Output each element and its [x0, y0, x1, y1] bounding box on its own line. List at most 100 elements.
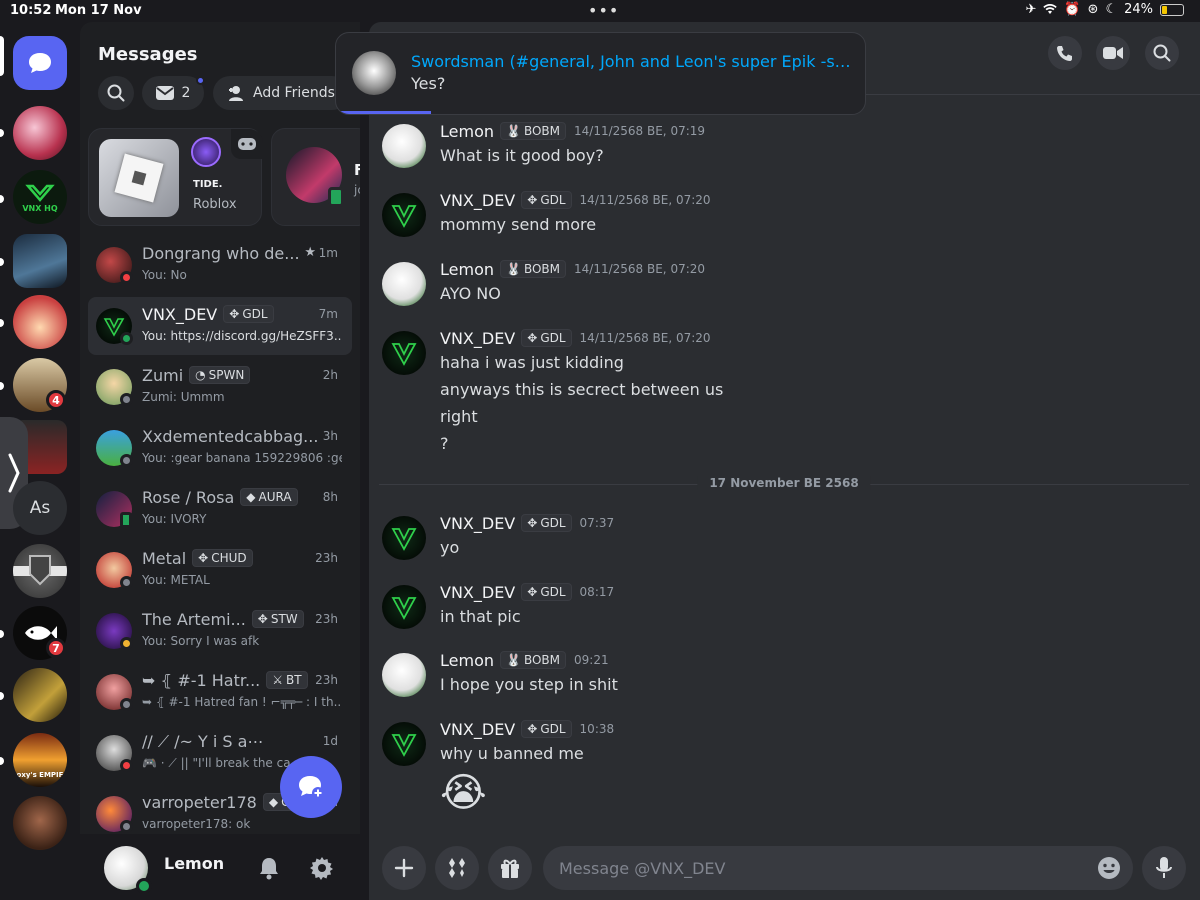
dm-row[interactable]: Xxdementedcabbag... 3h You: :gear banana 1… [88, 419, 352, 477]
avatar[interactable] [382, 193, 426, 237]
author-name[interactable]: VNX_DEV [440, 720, 515, 739]
apps-icon [449, 858, 465, 878]
guild-tag[interactable]: ✥ GDL [521, 514, 572, 532]
inbox-button[interactable]: 2 [142, 76, 204, 110]
search-icon [107, 84, 125, 102]
guild-tag[interactable]: ✥ GDL [521, 329, 572, 347]
dm-row[interactable]: VNX_DEV ✥ GDL 7m You: https://discord.gg/HeZ… [88, 297, 352, 355]
message-timestamp: 14/11/2568 BE, 07:20 [579, 193, 711, 207]
dm-name-text: The Artemi... [142, 610, 246, 629]
tag-label: BT [286, 673, 302, 687]
search-button[interactable] [98, 76, 134, 110]
dm-preview: You: METAL [142, 573, 210, 587]
dm-home-button[interactable] [13, 36, 67, 90]
guild-tag[interactable]: ✥ GDL [521, 720, 572, 738]
dm-row[interactable]: Dongrang who de... ★ 1m You: No [88, 236, 352, 294]
avatar[interactable] [382, 124, 426, 168]
unread-pill [0, 630, 4, 638]
dm-preview: ➥ ⦃ #-1 Hatred fan ! ⌐╦╤─ : I th... [142, 695, 342, 709]
author-name[interactable]: Lemon [440, 122, 494, 141]
avatar[interactable] [382, 262, 426, 306]
message-input[interactable]: Message @VNX_DEV [543, 846, 1133, 890]
search-button[interactable] [1145, 36, 1179, 70]
activity-card-roblox[interactable]: TIDE. Roblox [88, 128, 263, 226]
author-name[interactable]: Lemon [440, 260, 494, 279]
author-name[interactable]: Lemon [440, 651, 494, 670]
battery-fill [1162, 5, 1167, 14]
activity-card-partial[interactable]: F jc [271, 128, 360, 226]
guild-tag[interactable]: 🐰 BOBM [500, 260, 567, 278]
call-button[interactable] [1048, 36, 1082, 70]
avatar[interactable] [382, 585, 426, 629]
message-header: VNX_DEV ✥ GDL 14/11/2568 BE, 07:20 [440, 191, 711, 210]
tag-icon: ✥ [527, 331, 538, 345]
server-vnx-hq[interactable]: VNX HQ [13, 170, 67, 224]
dm-name: Xxdementedcabbag... [142, 427, 318, 446]
server-8[interactable] [13, 544, 67, 598]
message-text: AYO NO [440, 284, 501, 303]
server-as[interactable]: As [13, 481, 67, 535]
dm-row[interactable]: ➥ ⦃ #-1 Hatr... ⚔ BT 23h ➥ ⦃ #-1 Hatred fan … [88, 663, 352, 721]
mention-badge: 7 [46, 638, 66, 658]
in-app-notification[interactable]: Swordsman (#general, John and Leon's sup… [335, 32, 866, 115]
author-name[interactable]: VNX_DEV [440, 191, 515, 210]
date-divider-label: 17 November BE 2568 [697, 476, 871, 490]
video-button[interactable] [1096, 36, 1130, 70]
activity-sub: jc [354, 183, 360, 197]
server-3[interactable] [13, 234, 67, 288]
add-friends-button[interactable]: Add Friends [213, 76, 349, 110]
server-1[interactable] [13, 106, 67, 160]
message-header: VNX_DEV ✥ GDL 07:37 [440, 514, 614, 533]
emoji-icon[interactable] [1097, 856, 1121, 880]
server-12[interactable] [13, 796, 67, 850]
chat-panel: Lemon 🐰 BOBM 14/11/2568 BE, 07:19 What is it… [369, 22, 1200, 900]
tag-icon: ✥ [229, 307, 240, 321]
guild-tag[interactable]: 🐰 BOBM [500, 651, 567, 669]
author-name[interactable]: VNX_DEV [440, 583, 515, 602]
dm-row[interactable]: Zumi ◔ SPWN 2h Zumi: Ummm [88, 358, 352, 416]
guild-tag[interactable]: 🐰 BOBM [500, 122, 567, 140]
dm-row[interactable]: The Artemi... ✥ STW 23h You: Sorry I was afk [88, 602, 352, 660]
dm-row[interactable]: Rose / Rosa ◆ AURA 8h You: IVORY [88, 480, 352, 538]
author-name[interactable]: VNX_DEV [440, 514, 515, 533]
tag-icon: 🐰 [506, 262, 521, 276]
date-divider: 17 November BE 2568 [379, 476, 1189, 490]
add-friends-label: Add Friends [253, 85, 335, 101]
avatar[interactable] [382, 516, 426, 560]
message-text: haha i was just kidding [440, 353, 624, 372]
dm-name-text: Rose / Rosa [142, 488, 235, 507]
server-10[interactable] [13, 668, 67, 722]
status-dot [136, 878, 152, 894]
roblox-logo-icon [99, 139, 179, 217]
tag-icon: ✥ [257, 612, 268, 626]
attach-button[interactable] [382, 846, 426, 890]
avatar[interactable] [382, 331, 426, 375]
server-rail: VNX HQ 4 As 7 oxy's EMPIF [0, 22, 80, 900]
multitask-dots-icon[interactable]: ••• [588, 1, 619, 20]
bell-icon[interactable] [258, 856, 280, 880]
gift-icon [501, 859, 519, 878]
notification-progress [336, 111, 432, 114]
dm-row[interactable]: Metal ✥ CHUD 23h You: METAL [88, 541, 352, 599]
server-4[interactable] [13, 295, 67, 349]
server-label: oxy's EMPIF [16, 771, 64, 779]
author-name[interactable]: VNX_DEV [440, 329, 515, 348]
status-dot [120, 759, 133, 772]
dm-name: Metal ✥ CHUD [142, 549, 253, 568]
server-empire[interactable]: oxy's EMPIF [13, 733, 67, 787]
dm-time: 8h [322, 490, 338, 504]
guild-tag: ◆ AURA [240, 488, 298, 506]
gift-button[interactable] [488, 846, 532, 890]
gear-icon[interactable] [310, 856, 334, 880]
dm-name: Zumi ◔ SPWN [142, 366, 251, 385]
selected-pill [0, 36, 4, 76]
new-message-button[interactable] [280, 756, 342, 818]
tag-label: STW [270, 612, 298, 626]
emoji-message: 😭 [440, 770, 487, 816]
voice-button[interactable] [1142, 846, 1186, 890]
avatar[interactable] [382, 722, 426, 766]
apps-button[interactable] [435, 846, 479, 890]
guild-tag[interactable]: ✥ GDL [521, 583, 572, 601]
avatar[interactable] [382, 653, 426, 697]
guild-tag[interactable]: ✥ GDL [521, 191, 572, 209]
